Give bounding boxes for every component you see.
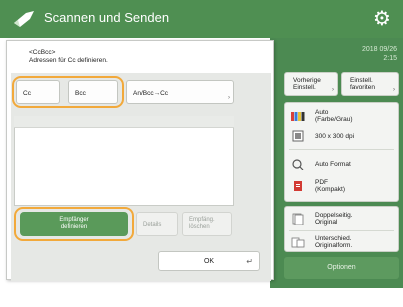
details-button[interactable]: Details: [136, 212, 178, 236]
previous-settings-label: Vorherige Einstell.: [293, 77, 321, 91]
chevron-right-icon: ›: [228, 95, 230, 101]
dialog-instruction: Adressen für Cc definieren.: [29, 57, 108, 64]
resolution-icon: [292, 130, 304, 142]
scan-settings-group: Auto (Farbe/Grau) 300 x 300 dpi Auto For…: [284, 102, 399, 202]
date-time: 2018 09/26 2:15: [362, 45, 397, 63]
ok-button[interactable]: OK ↵: [158, 251, 260, 271]
color-mode-label: Auto (Farbe/Grau): [315, 109, 353, 123]
pdf-file-icon: [294, 181, 302, 191]
duplex-original-label: Doppelseitig. Original: [315, 212, 353, 226]
highlight-cc-bcc: [12, 76, 124, 108]
chevron-right-icon: ›: [393, 87, 395, 93]
details-label: Details: [143, 222, 162, 228]
enter-icon: ↵: [246, 257, 253, 266]
bottom-margin: [0, 294, 403, 307]
scan-size-label: Auto Format: [315, 161, 351, 168]
mixed-sizes-label: Unterschied. Originalform.: [315, 235, 353, 249]
header-bar: Scannen und Senden ⚙: [0, 0, 403, 38]
gear-icon[interactable]: ⚙: [371, 7, 393, 29]
options-button[interactable]: Optionen: [284, 257, 399, 279]
chevron-right-icon: ›: [332, 87, 334, 93]
time: 2:15: [383, 55, 397, 62]
resolution-label: 300 x 300 dpi: [315, 133, 355, 140]
dialog-title: <CcBcc> Adressen für Cc definieren.: [29, 49, 108, 65]
recipient-type-dropdown[interactable]: An/Bcc→Cc ›: [126, 80, 234, 104]
color-mode-item[interactable]: Auto (Farbe/Grau): [285, 105, 398, 127]
highlight-register: [14, 207, 134, 241]
original-settings-group: Doppelseitig. Original Unterschied. Orig…: [284, 206, 399, 252]
color-mode-icon: [291, 112, 305, 121]
mixed-sizes-item[interactable]: Unterschied. Originalform.: [285, 231, 398, 253]
remove-recipient-label: Empfäng. löschen: [189, 217, 215, 230]
recipient-list[interactable]: [14, 116, 234, 206]
duplex-icon: [292, 213, 304, 225]
recipient-type-label: An/Bcc→Cc: [133, 90, 169, 97]
date: 2018 09/26: [361, 46, 397, 53]
ok-label: OK: [203, 258, 215, 265]
divider: [289, 149, 394, 150]
remove-recipient-button[interactable]: Empfäng. löschen: [182, 212, 232, 236]
resolution-item[interactable]: 300 x 300 dpi: [285, 125, 398, 147]
dialog-heading: <CcBcc>: [29, 49, 56, 56]
recipient-list-header: [14, 116, 234, 128]
previous-settings-button[interactable]: Vorherige Einstell. ›: [284, 72, 338, 96]
mixed-sizes-icon: [291, 237, 305, 248]
duplex-original-item[interactable]: Doppelseitig. Original: [285, 208, 398, 230]
scan-size-icon: [292, 159, 304, 170]
app-title: Scannen und Senden: [44, 10, 170, 25]
file-format-item[interactable]: PDF (Kompakt): [285, 175, 398, 197]
favorite-settings-button[interactable]: Einstell. favoriten ›: [341, 72, 399, 96]
file-format-label: PDF (Kompakt): [315, 179, 345, 193]
device-screen: Scannen und Senden ⚙ 2018 09/26 2:15 Vor…: [0, 0, 403, 294]
scan-send-icon: [14, 11, 34, 27]
favorite-settings-label: Einstell. favoriten: [350, 77, 375, 91]
scan-size-item[interactable]: Auto Format: [285, 153, 398, 175]
